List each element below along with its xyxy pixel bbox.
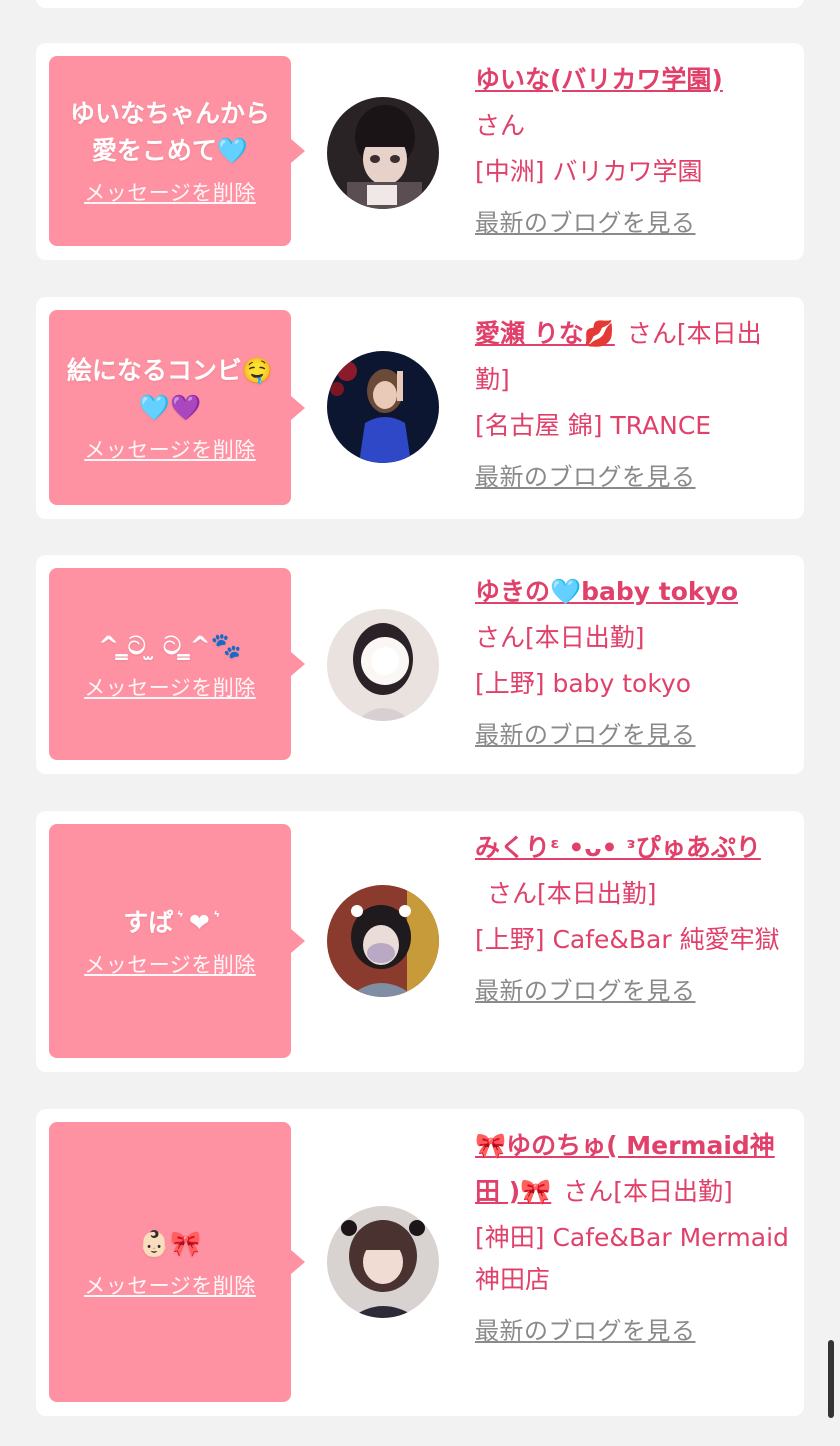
cast-name-link[interactable]: 愛瀬 りな💋 [475, 319, 615, 348]
scrollbar[interactable] [828, 1340, 834, 1418]
san-suffix: さん[本日出勤] [475, 623, 645, 652]
avatar[interactable] [327, 97, 439, 209]
cast-info: 愛瀬 りな💋 さん[本日出勤] [名古屋 錦] TRANCE 最新のブログを見る [475, 311, 791, 492]
message-card: 👶🏻🎀 メッセージを削除 🎀ゆのちゅ( Mermaid神田 )🎀 さん[本日出勤]… [36, 1109, 804, 1416]
message-card: ^ ̳ට ̫ ට ̳^🐾 メッセージを削除 ゆきの🩵baby tokyo さん[… [36, 555, 804, 774]
latest-blog-link[interactable]: 最新のブログを見る [475, 715, 791, 750]
latest-blog-link[interactable]: 最新のブログを見る [475, 1311, 791, 1346]
shop-label: [神田] Cafe&Bar Mermaid 神田店 [475, 1223, 789, 1294]
delete-message-link[interactable]: メッセージを削除 [84, 949, 256, 979]
message-text: ^ ̳ට ̫ ට ̳^🐾 [98, 630, 242, 660]
delete-message-link[interactable]: メッセージを削除 [84, 177, 256, 207]
san-suffix: さん [475, 111, 526, 140]
previous-card-edge [36, 0, 804, 8]
message-text: ゆいなちゃんから 愛をこめて🩵 [69, 99, 270, 165]
message-bubble: 絵になるコンビ🤤 🩵💜 メッセージを削除 [49, 310, 291, 505]
message-card: ゆいなちゃんから 愛をこめて🩵 メッセージを削除 ゆいな(バリカワ学園) さん … [36, 43, 804, 260]
message-card: すぱ ͛ ❤︎ ͛ メッセージを削除 みくりᵋ •ᴗ• ᵌぴゅあぷりさん[本日出… [36, 811, 804, 1072]
message-bubble: 👶🏻🎀 メッセージを削除 [49, 1122, 291, 1402]
shop-label: [上野] baby tokyo [475, 669, 692, 698]
cast-name-link[interactable]: ゆきの🩵baby tokyo [475, 577, 738, 606]
message-bubble: ^ ̳ට ̫ ට ̳^🐾 メッセージを削除 [49, 568, 291, 760]
shop-label: [中洲] バリカワ学園 [475, 157, 703, 186]
delete-message-link[interactable]: メッセージを削除 [84, 434, 256, 464]
san-suffix: さん[本日出勤] [563, 1177, 733, 1206]
delete-message-link[interactable]: メッセージを削除 [84, 1270, 256, 1300]
latest-blog-link[interactable]: 最新のブログを見る [475, 457, 791, 492]
message-card: 絵になるコンビ🤤 🩵💜 メッセージを削除 愛瀬 りな💋 さん[本日出勤] [名古屋… [36, 297, 804, 519]
cast-info: ゆいな(バリカワ学園) さん [中洲] バリカワ学園 最新のブログを見る [475, 57, 791, 238]
message-text: 絵になるコンビ🤤 🩵💜 [66, 355, 274, 422]
avatar[interactable] [327, 1206, 439, 1318]
cast-name-link[interactable]: みくりᵋ •ᴗ• ᵌぴゅあぷり [475, 833, 761, 862]
avatar[interactable] [327, 351, 439, 463]
message-bubble: ゆいなちゃんから 愛をこめて🩵 メッセージを削除 [49, 56, 291, 246]
latest-blog-link[interactable]: 最新のブログを見る [475, 203, 791, 238]
shop-label: [名古屋 錦] TRANCE [475, 411, 712, 440]
cast-info: 🎀ゆのちゅ( Mermaid神田 )🎀 さん[本日出勤] [神田] Cafe&Ba… [475, 1123, 791, 1346]
cast-info: ゆきの🩵baby tokyo さん[本日出勤] [上野] baby tokyo … [475, 569, 791, 750]
san-suffix: さん[本日出勤] [487, 879, 657, 908]
avatar[interactable] [327, 609, 439, 721]
message-text: すぱ ͛ ❤︎ ͛ [123, 907, 217, 937]
latest-blog-link[interactable]: 最新のブログを見る [475, 971, 791, 1006]
message-text: 👶🏻🎀 [138, 1228, 202, 1258]
avatar[interactable] [327, 885, 439, 997]
shop-label: [上野] Cafe&Bar 純愛牢獄 [475, 925, 780, 954]
message-bubble: すぱ ͛ ❤︎ ͛ メッセージを削除 [49, 824, 291, 1058]
cast-name-link[interactable]: ゆいな(バリカワ学園) [475, 65, 723, 94]
delete-message-link[interactable]: メッセージを削除 [84, 672, 256, 702]
cast-info: みくりᵋ •ᴗ• ᵌぴゅあぷりさん[本日出勤] [上野] Cafe&Bar 純愛… [475, 825, 791, 1006]
